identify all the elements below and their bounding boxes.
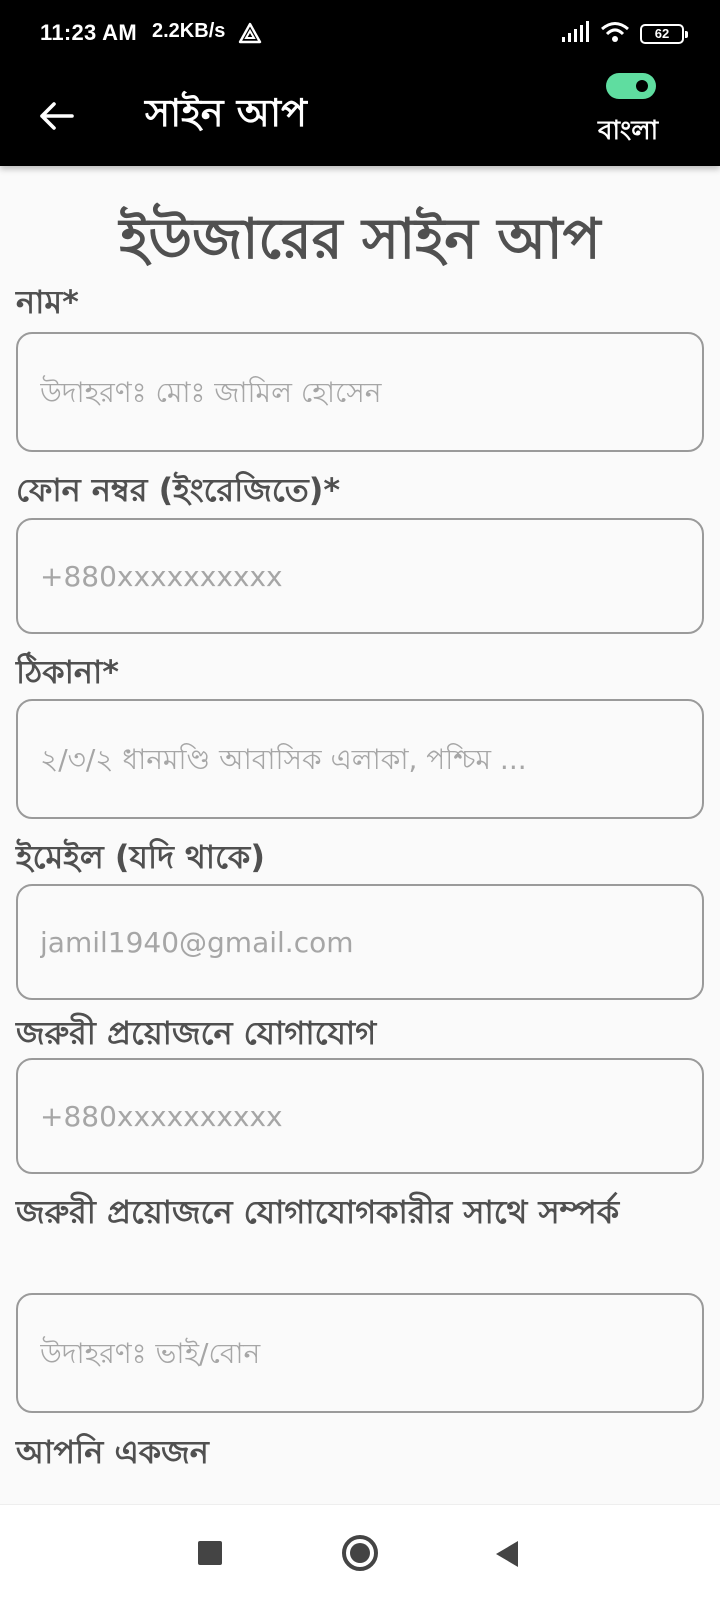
emergency-relation-label: জরুরী প্রয়োজনে যোগাযোগকারীর সাথে সম্পর্… bbox=[16, 1193, 620, 1231]
language-label: বাংলা bbox=[598, 116, 659, 146]
home-dot bbox=[350, 1543, 370, 1563]
address-field[interactable] bbox=[16, 699, 704, 819]
drive-icon bbox=[238, 22, 262, 46]
app-bar: সাইন আপ বাংলা bbox=[0, 66, 720, 166]
emergency-relation-field[interactable] bbox=[16, 1293, 704, 1413]
emergency-relation-input[interactable] bbox=[18, 1295, 702, 1411]
name-field[interactable] bbox=[16, 332, 704, 452]
user-type-label: আপনি একজন bbox=[16, 1433, 209, 1471]
email-label: ইমেইল (যদি থাকে) bbox=[16, 838, 265, 876]
status-time: 11:23 AM bbox=[40, 20, 137, 45]
email-field[interactable] bbox=[16, 884, 704, 1000]
phone-field[interactable] bbox=[16, 518, 704, 634]
emergency-contact-input[interactable] bbox=[18, 1060, 702, 1172]
arrow-left-icon bbox=[40, 102, 74, 130]
name-input[interactable] bbox=[18, 334, 702, 450]
signal-icon bbox=[560, 20, 590, 48]
phone-label: ফোন নম্বর (ইংরেজিতে)* bbox=[16, 471, 341, 509]
name-label: নাম* bbox=[16, 283, 79, 321]
recent-apps-icon[interactable] bbox=[198, 1541, 222, 1565]
email-input[interactable] bbox=[18, 886, 702, 998]
emergency-contact-field[interactable] bbox=[16, 1058, 704, 1174]
network-speed: 2.2KB/s bbox=[152, 20, 226, 42]
address-input[interactable] bbox=[18, 701, 702, 817]
system-nav-bar bbox=[0, 1504, 720, 1600]
page-title: ইউজারের সাইন আপ bbox=[119, 207, 601, 272]
battery-icon: 62 bbox=[640, 24, 688, 44]
app-bar-title: সাইন আপ bbox=[145, 91, 307, 135]
address-label: ঠিকানা* bbox=[16, 653, 120, 691]
back-icon[interactable] bbox=[496, 1541, 518, 1567]
language-toggle[interactable] bbox=[606, 73, 656, 99]
status-bar: 11:23 AM 2.2KB/s 62 bbox=[0, 0, 720, 66]
toggle-knob bbox=[636, 80, 648, 92]
home-icon[interactable] bbox=[342, 1535, 378, 1571]
back-button[interactable] bbox=[28, 88, 84, 144]
signup-form: ইউজারের সাইন আপ নাম* ফোন নম্বর (ইংরেজিতে… bbox=[0, 166, 720, 1504]
emergency-contact-label: জরুরী প্রয়োজনে যোগাযোগ bbox=[16, 1014, 377, 1052]
phone-input[interactable] bbox=[18, 520, 702, 632]
wifi-icon bbox=[600, 20, 630, 49]
